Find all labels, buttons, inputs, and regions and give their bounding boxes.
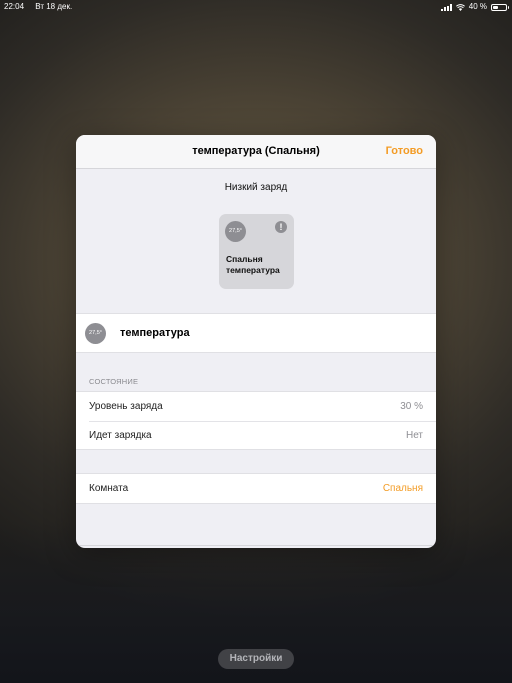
state-group: Уровень заряда 30 % Идет зарядка Нет bbox=[76, 391, 436, 450]
accessory-name-row[interactable]: 27,5° температура bbox=[76, 313, 436, 353]
battery-fill bbox=[493, 5, 498, 9]
battery-icon bbox=[491, 3, 509, 11]
battery-level-row: Уровень заряда 30 % bbox=[76, 392, 436, 421]
temperature-reading-icon: 27,5° bbox=[225, 221, 246, 242]
row-value: Нет bbox=[405, 430, 423, 441]
done-button[interactable]: Готово bbox=[386, 135, 423, 168]
status-bar: 22:04 Вт 18 дек. 40 % bbox=[0, 0, 512, 14]
divider bbox=[76, 545, 436, 546]
accessory-tile[interactable]: 27,5° ! Спальня температура bbox=[219, 214, 294, 289]
cellular-signal-icon bbox=[440, 3, 452, 11]
battery-percent: 40 % bbox=[468, 2, 487, 11]
state-section-header: СОСТОЯНИЕ bbox=[89, 377, 139, 386]
room-row[interactable]: Комната Спальня bbox=[76, 474, 436, 503]
row-value: 30 % bbox=[400, 401, 423, 412]
charging-row: Идет зарядка Нет bbox=[76, 421, 436, 450]
settings-button[interactable]: Настройки bbox=[218, 649, 294, 669]
status-date: Вт 18 дек. bbox=[35, 2, 73, 11]
room-group: Комната Спальня bbox=[76, 473, 436, 504]
accessory-details-modal: температура (Спальня) Готово Низкий заря… bbox=[76, 135, 436, 548]
temperature-reading-icon: 27,5° bbox=[85, 323, 106, 344]
wifi-icon bbox=[455, 3, 465, 11]
modal-nav-bar: температура (Спальня) Готово bbox=[76, 135, 436, 169]
status-time: 22:04 bbox=[4, 2, 25, 11]
row-label: Идет зарядка bbox=[89, 430, 152, 441]
low-battery-label: Низкий заряд bbox=[224, 182, 288, 193]
tile-accessory-name: температура bbox=[226, 265, 280, 275]
warning-icon: ! bbox=[275, 221, 287, 233]
tile-room-name: Спальня bbox=[226, 254, 263, 264]
room-label: Комната bbox=[89, 483, 129, 494]
row-label: Уровень заряда bbox=[89, 401, 163, 412]
tile-name: Спальня температура bbox=[226, 254, 280, 276]
modal-title: температура (Спальня) bbox=[192, 145, 320, 157]
room-value[interactable]: Спальня bbox=[383, 474, 423, 503]
accessory-name: температура bbox=[120, 327, 190, 339]
